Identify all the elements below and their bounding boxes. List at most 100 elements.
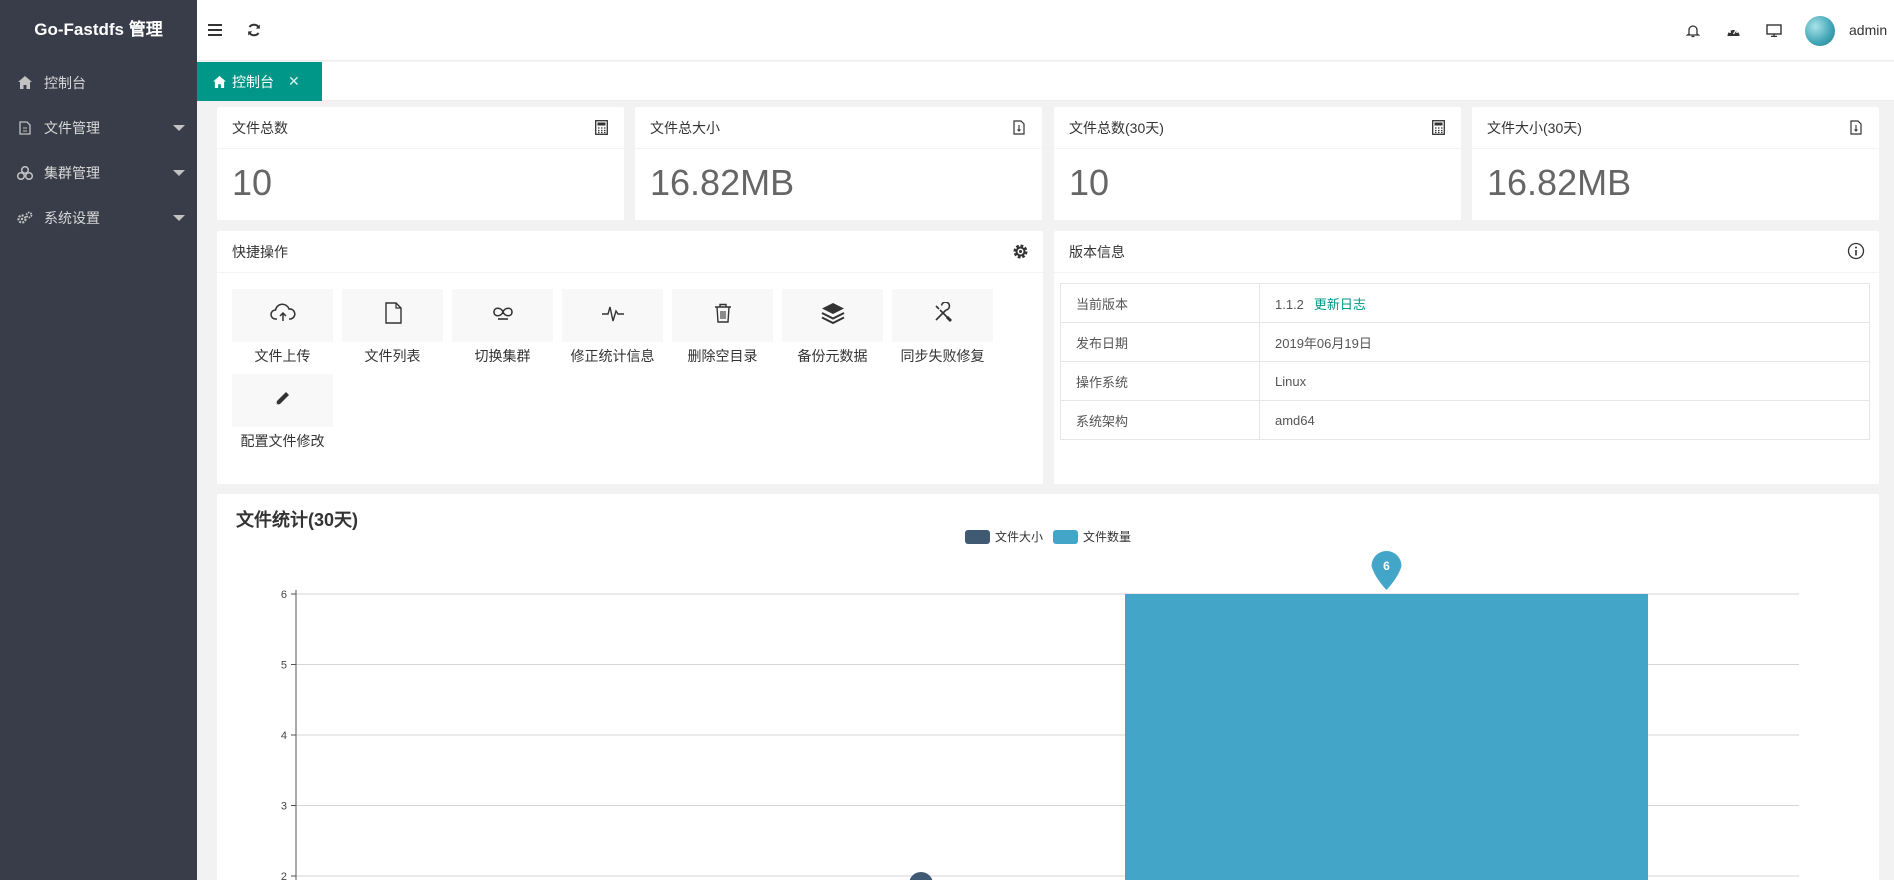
refresh-icon[interactable] [243,19,265,41]
quick-action-upload[interactable]: 文件上传 [232,289,333,366]
trash-icon [713,302,733,329]
quick-action-sync-repair[interactable]: 同步失败修复 [892,289,993,366]
quick-actions-header: 快捷操作 [217,231,1043,273]
gear-icon[interactable] [1011,242,1029,260]
quick-action-label: 同步失败修复 [900,348,985,364]
stat-value: 16.82MB [1487,162,1632,203]
calculator-icon [1429,118,1447,136]
quick-action-label: 删除空目录 [687,348,758,364]
quick-action-tile[interactable] [672,289,773,342]
quick-action-tile[interactable] [452,289,553,342]
file-icon [383,301,403,330]
caret-down-icon [173,170,185,176]
version-table: 当前版本 1.1.2 更新日志 发布日期 2019年06月19日 操作系统 Lin… [1060,283,1870,440]
quick-action-label: 修正统计信息 [570,348,655,364]
sidebar-item-system-settings[interactable]: 系统设置 [0,195,197,240]
quick-action-edit-config[interactable]: 配置文件修改 [232,374,333,451]
quick-action-label: 配置文件修改 [240,433,325,449]
caret-down-icon [173,125,185,131]
close-icon[interactable]: ✕ [288,73,300,90]
avatar[interactable] [1805,16,1835,46]
stat-value: 10 [1069,162,1110,203]
table-row: 操作系统 Linux [1060,361,1870,401]
sidebar-item-label: 集群管理 [44,164,100,181]
caret-down-icon [173,215,185,221]
quick-action-file-list[interactable]: 文件列表 [342,289,443,366]
version-value: amd64 [1259,400,1870,440]
info-icon[interactable] [1847,242,1865,260]
version-value: Linux [1259,361,1870,401]
y-tick-label: 3 [281,801,287,813]
stat-card-total-size: 文件总大小 16.82MB [635,107,1042,220]
quick-action-label: 文件上传 [254,348,311,364]
app-logo: Go-Fastdfs 管理 [34,20,163,39]
stat-label: 文件总大小 [650,120,720,136]
switch-icon [491,304,515,327]
stat-label: 文件总数(30天) [1069,120,1164,136]
version-value: 2019年06月19日 [1259,322,1870,362]
quick-action-label: 备份元数据 [797,348,868,364]
version-value-cell: 1.1.2 更新日志 [1259,283,1870,323]
quick-actions-card: 快捷操作 文件上传 文件列表 切换集群 修正统计信息 删除空目录 备份元数据 同… [217,231,1043,484]
quick-action-label: 文件列表 [364,348,421,364]
stat-card-total-files: 文件总数 10 [217,107,624,220]
quick-action-tile[interactable] [562,289,663,342]
stat-card-header: 文件总数 [217,107,624,149]
version-value: 1.1.2 [1275,296,1304,312]
quick-action-tile[interactable] [232,374,333,427]
quick-action-switch-cluster[interactable]: 切换集群 [452,289,553,366]
stat-card-header: 文件总数(30天) [1054,107,1461,149]
version-key: 发布日期 [1060,322,1260,362]
quick-action-delete-empty-dirs[interactable]: 删除空目录 [672,289,773,366]
quick-action-backup-metadata[interactable]: 备份元数据 [782,289,883,366]
cluster-icon [16,165,34,181]
fullscreen-icon[interactable] [1763,19,1785,41]
quick-action-fix-stats[interactable]: 修正统计信息 [562,289,663,366]
calculator-icon [592,118,610,136]
pulse-icon [601,302,625,329]
stat-value: 16.82MB [650,162,795,203]
sidebar-item-label: 文件管理 [44,119,100,136]
sidebar-item-file-management[interactable]: 文件管理 [0,105,197,150]
bar-file-count [1125,594,1648,880]
stat-card-header: 文件大小(30天) [1472,107,1879,149]
file-stats-chart: 6 5 4 3 2 6 [281,551,1799,880]
tab-label: 控制台 [232,73,274,90]
stat-label: 文件大小(30天) [1487,120,1582,136]
sidebar-item-cluster-management[interactable]: 集群管理 [0,150,197,195]
table-row: 发布日期 2019年06月19日 [1060,322,1870,362]
layers-icon [820,301,846,330]
quick-actions-grid: 文件上传 文件列表 切换集群 修正统计信息 删除空目录 备份元数据 同步失败修复… [217,273,1043,459]
changelog-link[interactable]: 更新日志 [1314,297,1366,312]
tools-icon [932,301,954,329]
quick-action-tile[interactable] [232,289,333,342]
home-icon [213,75,226,88]
file-stats-chart-card: 文件统计(30天) 文件大小 文件数量 654326 [217,494,1879,880]
stat-card-files-30-days: 文件总数(30天) 10 [1054,107,1461,220]
sidebar-item-label: 系统设置 [44,209,100,226]
quick-action-tile[interactable] [782,289,883,342]
theme-icon[interactable] [1722,19,1744,41]
cloud-upload-icon [269,303,296,328]
quick-action-tile[interactable] [892,289,993,342]
gears-icon [16,210,34,226]
version-key: 操作系统 [1060,361,1260,401]
sidebar-item-console[interactable]: 控制台 [0,60,197,105]
file-size-icon [1847,118,1865,136]
username-label[interactable]: admin [1849,22,1887,38]
file-size-icon [1010,118,1028,136]
version-info-card: 版本信息 当前版本 1.1.2 更新日志 发布日期 2019年06月19日 操作系… [1054,231,1879,484]
bell-icon[interactable] [1682,19,1704,41]
stat-card-header: 文件总大小 [635,107,1042,149]
menu-toggle-icon[interactable] [204,19,226,41]
sidebar: Go-Fastdfs 管理 控制台 文件管理 集群管理 系统设置 [0,0,197,880]
quick-action-tile[interactable] [342,289,443,342]
tab-console[interactable]: 控制台 ✕ [197,62,322,101]
y-tick-label: 5 [281,660,287,672]
bar-peak-label: 6 [1383,559,1390,573]
table-row: 当前版本 1.1.2 更新日志 [1060,283,1870,323]
version-key: 当前版本 [1060,283,1260,323]
table-row: 系统架构 amd64 [1060,400,1870,440]
quick-actions-title: 快捷操作 [232,244,288,260]
tab-bar: 控制台 ✕ [197,62,1894,101]
